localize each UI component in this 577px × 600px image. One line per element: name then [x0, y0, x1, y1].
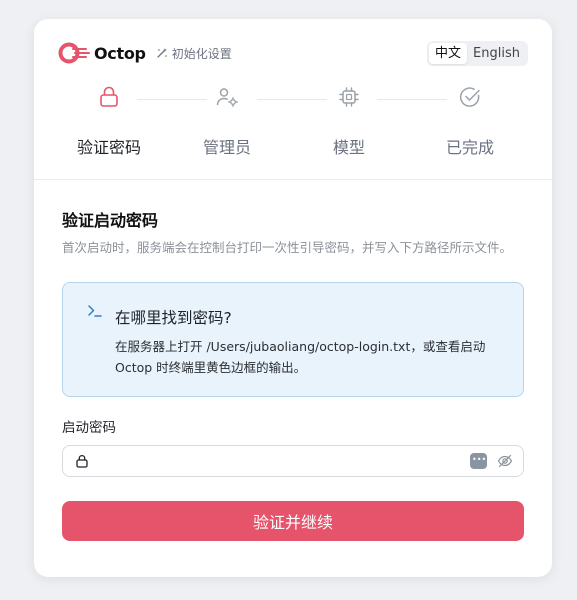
wand-icon [157, 48, 167, 58]
step-model: 模型 [288, 83, 410, 158]
step-admin: 管理员 [166, 83, 288, 158]
chip-icon [339, 87, 359, 107]
eye-off-icon[interactable] [497, 453, 513, 469]
lock-icon [76, 455, 88, 468]
octop-logo-icon [58, 42, 90, 64]
card-body: 验证启动密码 首次启动时，服务端会在控制台打印一次性引导密码，并写入下方路径所示… [34, 180, 552, 541]
setup-card: Octop 初始化设置 中文 English 验证密码 管理员 模型 已完成 验… [34, 19, 552, 577]
step-label: 模型 [332, 138, 365, 157]
info-box: 在哪里找到密码? 在服务器上打开 /Users/jubaoliang/octop… [62, 282, 524, 397]
lock-icon [100, 86, 118, 107]
step-complete: 已完成 [409, 83, 531, 158]
password-manager-icon[interactable] [470, 453, 487, 469]
brand: Octop 初始化设置 [58, 41, 232, 65]
section-title: 验证启动密码 [62, 211, 159, 230]
setup-subtitle: 初始化设置 [156, 45, 232, 62]
lang-en-button[interactable]: English [467, 43, 526, 64]
info-title: 在哪里找到密码? [115, 309, 232, 327]
step-verify-password: 验证密码 [48, 83, 170, 158]
lang-zh-button[interactable]: 中文 [429, 43, 468, 64]
step-label: 已完成 [445, 138, 494, 157]
card-header: Octop 初始化设置 中文 English 验证密码 管理员 模型 已完成 [34, 19, 552, 180]
setup-subtitle-text: 初始化设置 [171, 46, 232, 61]
password-input[interactable] [101, 446, 455, 478]
stepper: 验证密码 管理员 模型 已完成 [49, 83, 537, 163]
terminal-icon [88, 305, 102, 317]
info-text: 在服务器上打开 /Users/jubaoliang/octop-login.tx… [115, 339, 486, 375]
verify-continue-button[interactable]: 验证并继续 [62, 501, 524, 541]
section-description: 首次启动时，服务端会在控制台打印一次性引导密码，并写入下方路径所示文件。 [62, 240, 513, 255]
brand-name: Octop [94, 43, 146, 63]
password-label: 启动密码 [62, 420, 116, 436]
password-field [62, 445, 524, 478]
language-switcher: 中文 English [427, 41, 528, 66]
step-label: 验证密码 [76, 138, 141, 157]
step-label: 管理员 [202, 138, 251, 157]
check-circle-icon [459, 87, 480, 107]
user-settings-icon [216, 88, 238, 107]
